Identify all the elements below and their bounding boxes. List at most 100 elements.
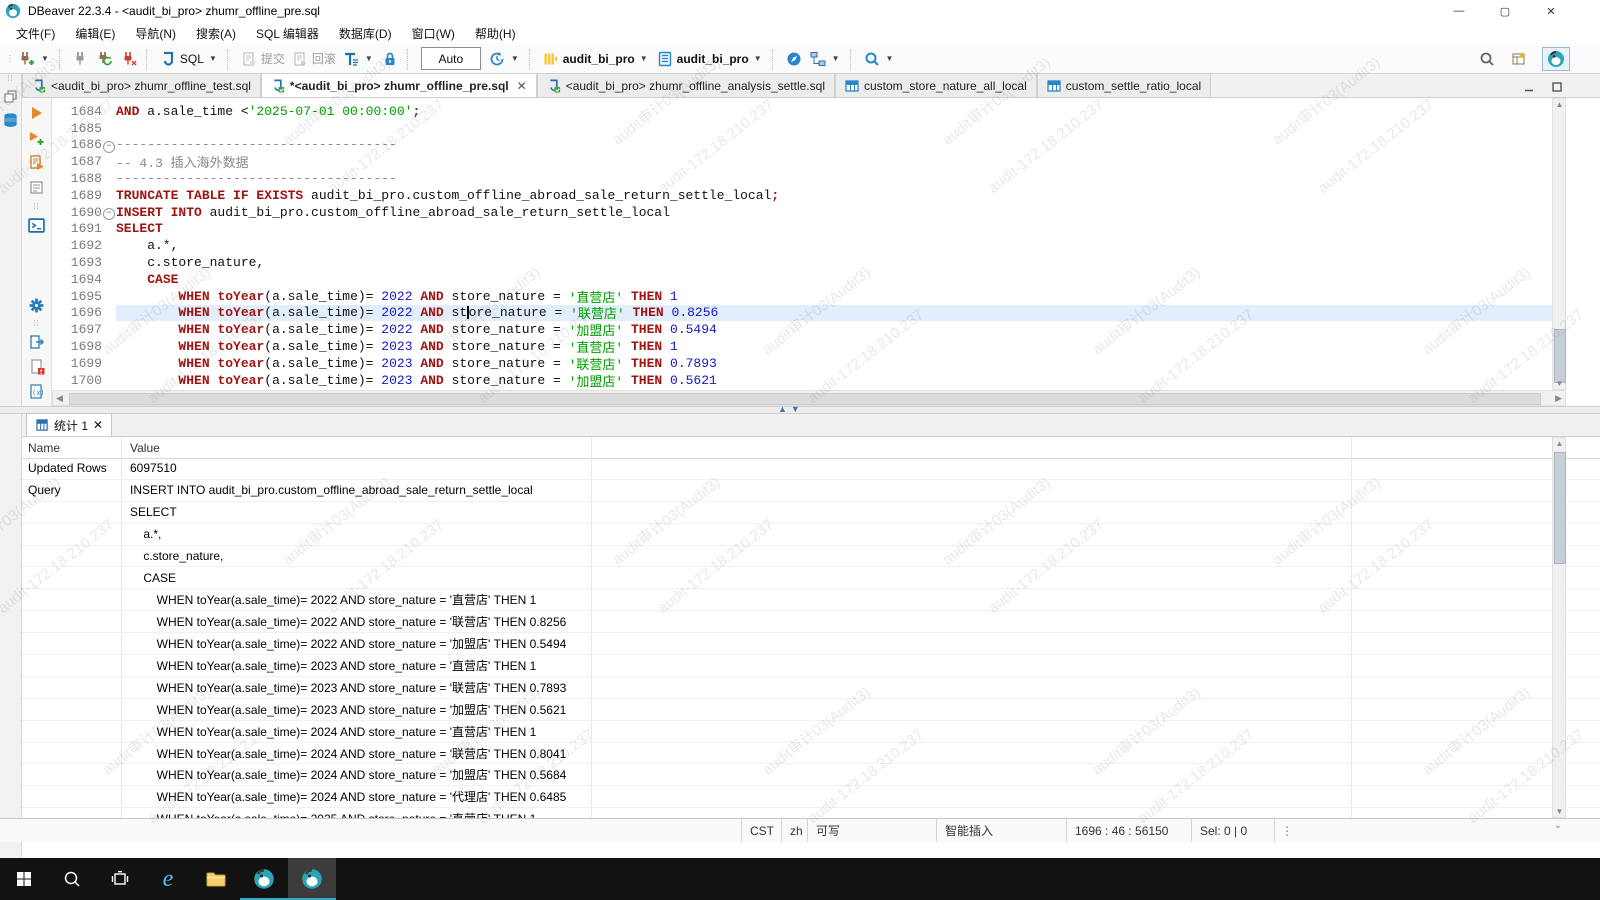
cell-name[interactable] [22, 567, 122, 588]
cell-value[interactable]: WHEN toYear(a.sale_time)= 2022 AND store… [122, 611, 592, 632]
table-row[interactable]: WHEN toYear(a.sale_time)= 2022 AND store… [22, 589, 1600, 611]
close-button[interactable]: ✕ [1528, 0, 1574, 22]
connection-selector[interactable]: audit_bi_pro▼ [539, 47, 653, 71]
dbeaver-taskbar-button[interactable] [240, 858, 288, 900]
code-line-1694[interactable]: 1694 CASE [52, 271, 1566, 288]
cell-value[interactable]: WHEN toYear(a.sale_time)= 2023 AND store… [122, 699, 592, 720]
cell-name[interactable] [22, 633, 122, 654]
sql-editor-button[interactable]: SQL▼ [156, 47, 222, 71]
editor-tab-4[interactable]: custom_settle_ratio_local [1037, 73, 1211, 97]
menu-item-0[interactable]: 文件(F) [6, 22, 65, 45]
er-diagram-button[interactable]: ▼ [806, 47, 845, 71]
new-connection-button[interactable]: ▼ [15, 47, 54, 71]
table-row[interactable]: WHEN toYear(a.sale_time)= 2023 AND store… [22, 699, 1600, 721]
statistics-tab[interactable]: 统计 1 ✕ [26, 413, 112, 436]
cell-name[interactable] [22, 611, 122, 632]
table-row[interactable]: WHEN toYear(a.sale_time)= 2023 AND store… [22, 655, 1600, 677]
cell-name[interactable]: Query [22, 480, 122, 501]
editor-results-splitter[interactable] [0, 406, 1600, 414]
editor-horizontal-scrollbar[interactable]: ◀ ▶ [52, 390, 1566, 406]
tab-close-icon[interactable]: ✕ [517, 79, 527, 93]
transaction-history-button[interactable]: ▼ [485, 47, 524, 71]
disconnect-button[interactable] [117, 47, 141, 71]
menu-item-1[interactable]: 编辑(E) [65, 22, 125, 45]
editor-tab-3[interactable]: custom_store_nature_all_local [835, 73, 1037, 97]
scroll-up-arrow[interactable]: ▲ [1553, 439, 1566, 448]
maximize-panel-icon[interactable] [1548, 78, 1566, 96]
cell-value[interactable]: WHEN toYear(a.sale_time)= 2024 AND store… [122, 764, 592, 785]
sql-terminal-icon[interactable] [28, 216, 46, 234]
menu-item-2[interactable]: 导航(N) [125, 22, 186, 45]
quick-search-button[interactable]: ▼ [860, 47, 899, 71]
rollback-button[interactable]: 回滚 [288, 47, 339, 71]
database-navigator-icon[interactable] [2, 111, 20, 129]
code-line-1698[interactable]: 1698 WHEN toYear(a.sale_time)= 2023 AND … [52, 338, 1566, 355]
status-segment-4[interactable]: 1696 : 46 : 56150 [1067, 819, 1192, 842]
status-overflow-icon[interactable]: ⋮ [1275, 824, 1299, 838]
lock-button[interactable] [378, 47, 402, 71]
status-expand-icon[interactable]: ⌄ [1554, 820, 1562, 831]
cell-name[interactable] [22, 502, 122, 523]
scroll-down-arrow[interactable]: ▼ [1553, 807, 1566, 816]
cell-value[interactable]: WHEN toYear(a.sale_time)= 2022 AND store… [122, 589, 592, 610]
connect-button[interactable] [69, 47, 93, 71]
code-line-1700[interactable]: 1700 WHEN toYear(a.sale_time)= 2023 AND … [52, 372, 1566, 389]
cell-name[interactable] [22, 546, 122, 567]
status-segment-1[interactable]: zh [782, 819, 808, 842]
cell-value[interactable]: SELECT [122, 502, 592, 523]
compass-button[interactable] [782, 47, 806, 71]
table-row[interactable]: WHEN toYear(a.sale_time)= 2024 AND store… [22, 721, 1600, 743]
results-vertical-scrollbar[interactable]: ▲ ▼ [1552, 437, 1566, 818]
table-row[interactable]: WHEN toYear(a.sale_time)= 2022 AND store… [22, 633, 1600, 655]
menu-item-5[interactable]: 数据库(D) [329, 22, 402, 45]
table-row[interactable]: WHEN toYear(a.sale_time)= 2025 AND store… [22, 808, 1600, 818]
transaction-log-button[interactable]: ▼ [339, 47, 378, 71]
script-variables-icon[interactable]: (x) [28, 383, 46, 401]
cell-value[interactable]: CASE [122, 567, 592, 588]
code-line-1689[interactable]: 1689TRUNCATE TABLE IF EXISTS audit_bi_pr… [52, 187, 1566, 204]
commit-button[interactable]: 提交 [237, 47, 288, 71]
script-error-icon[interactable] [28, 358, 46, 376]
code-line-1687[interactable]: 1687-- 4.3 插入海外数据 [52, 153, 1566, 170]
table-row[interactable]: a.*, [22, 524, 1600, 546]
cell-name[interactable] [22, 655, 122, 676]
internet-explorer-button[interactable]: e [144, 858, 192, 900]
code-line-1688[interactable]: 1688------------------------------------ [52, 170, 1566, 187]
cell-name[interactable] [22, 764, 122, 785]
execute-new-tab-icon[interactable] [28, 129, 46, 147]
column-header-name[interactable]: Name [22, 437, 122, 458]
cell-value[interactable]: WHEN toYear(a.sale_time)= 2023 AND store… [122, 655, 592, 676]
menu-item-7[interactable]: 帮助(H) [465, 22, 526, 45]
scroll-right-arrow[interactable]: ▶ [1555, 393, 1562, 404]
status-segment-0[interactable]: CST [742, 819, 782, 842]
cell-name[interactable] [22, 699, 122, 720]
start-button[interactable] [0, 858, 48, 900]
cell-value[interactable]: c.store_nature, [122, 546, 592, 567]
cell-value[interactable]: WHEN toYear(a.sale_time)= 2024 AND store… [122, 743, 592, 764]
search-icon[interactable] [1478, 50, 1496, 68]
cell-name[interactable] [22, 524, 122, 545]
results-scrollbar-thumb[interactable] [1554, 452, 1566, 564]
status-segment-2[interactable]: 可写 [808, 819, 937, 842]
restore-panel-icon[interactable] [2, 87, 20, 105]
code-line-1699[interactable]: 1699 WHEN toYear(a.sale_time)= 2023 AND … [52, 355, 1566, 372]
cell-name[interactable] [22, 808, 122, 818]
cell-name[interactable] [22, 743, 122, 764]
dbeaver-taskbar-button-active[interactable] [288, 858, 336, 900]
status-segment-3[interactable]: 智能插入 [937, 819, 1067, 842]
menu-item-6[interactable]: 窗口(W) [402, 22, 465, 45]
cell-name[interactable] [22, 786, 122, 807]
table-row[interactable]: c.store_nature, [22, 546, 1600, 568]
cell-value[interactable]: WHEN toYear(a.sale_time)= 2024 AND store… [122, 786, 592, 807]
cell-value[interactable]: 6097510 [122, 458, 592, 479]
maximize-button[interactable]: ▢ [1482, 0, 1528, 22]
taskbar-search-button[interactable] [48, 858, 96, 900]
table-row[interactable]: SELECT [22, 502, 1600, 524]
sql-code-editor[interactable]: 1684AND a.sale_time <'2025-07-01 00:00:0… [52, 98, 1566, 390]
column-header-value[interactable]: Value [122, 437, 592, 458]
file-explorer-button[interactable] [192, 858, 240, 900]
editor-vertical-scrollbar[interactable]: ▲ ▼ [1552, 98, 1566, 390]
cell-value[interactable]: WHEN toYear(a.sale_time)= 2023 AND store… [122, 677, 592, 698]
export-result-icon[interactable] [28, 333, 46, 351]
cell-name[interactable] [22, 589, 122, 610]
